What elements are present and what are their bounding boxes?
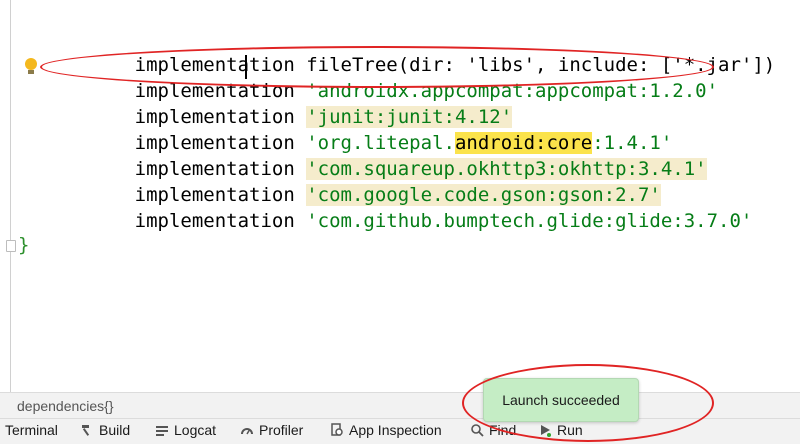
string-literal: 'com.github.bumptech.glide:glide:3.7.0' [306,210,753,232]
code-line: implementation 'androidx.appcompat:appco… [66,55,718,102]
code-line: implementation 'com.github.bumptech.glid… [66,185,753,232]
logcat-label: Logcat [174,422,217,438]
build-tab[interactable]: Build [80,422,130,438]
find-tab[interactable]: Find [470,422,516,438]
code-line: implementation fileTree(dir: 'libs', inc… [66,29,776,76]
find-label: Find [489,422,517,438]
code-line: implementation 'junit:junit:4.12' [66,81,513,128]
terminal-tab[interactable]: Terminal [5,422,58,438]
run-label: Run [557,422,583,438]
logcat-icon [156,426,168,436]
breadcrumb-bar: dependencies{} [0,392,800,419]
profiler-tab[interactable]: Profiler [240,422,303,438]
breadcrumb[interactable]: dependencies{} [17,398,114,414]
hammer-icon [82,425,90,436]
launch-toast: Launch succeeded [483,378,639,422]
code-editor[interactable]: implementation fileTree(dir: 'libs', inc… [0,0,800,392]
code-line: implementation 'com.squareup.okhttp3:okh… [66,133,707,180]
toast-message: Launch succeeded [502,392,620,408]
code-content: implementation fileTree(dir: 'libs', inc… [0,0,800,392]
keyword: implementation [134,210,307,232]
profiler-label: Profiler [259,422,304,438]
app-inspection-label: App Inspection [349,422,442,438]
code-line: implementation 'org.litepal.android:core… [66,107,672,154]
code-line: implementation 'com.google.code.gson:gso… [66,159,661,206]
run-tab[interactable]: Run [538,422,583,438]
logcat-tab[interactable]: Logcat [155,422,216,438]
run-icon [541,425,551,437]
gauge-icon [241,428,253,435]
terminal-label: Terminal [5,422,58,438]
tool-window-bar: Terminal Build Logcat Profiler App Inspe… [0,418,800,444]
closing-brace: } [18,234,30,256]
text-caret [245,55,247,79]
app-inspection-tab[interactable]: App Inspection [330,422,442,438]
inspect-icon [331,423,343,436]
build-label: Build [99,422,131,438]
search-icon [471,424,484,437]
